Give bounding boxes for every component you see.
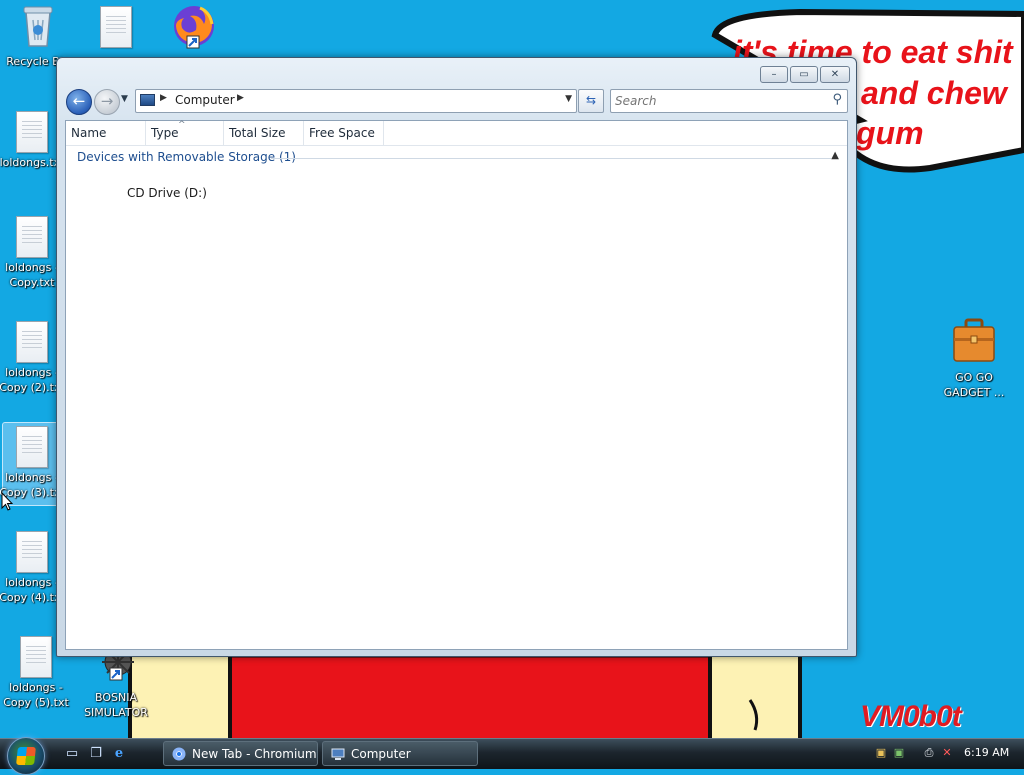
taskbar-button-chromium[interactable]: New Tab - Chromium <box>163 741 318 766</box>
close-button[interactable]: ✕ <box>820 66 850 83</box>
taskbar: ▭ ❐ e New Tab - Chromium Computer ▣ ▣ ⎙ … <box>0 737 1024 775</box>
forward-button[interactable]: → <box>94 89 120 115</box>
sort-ascending-icon: ^ <box>178 120 186 130</box>
network-icon[interactable]: ⎙ <box>922 746 936 760</box>
show-desktop-icon[interactable]: ▭ <box>64 746 80 761</box>
chevron-down-icon[interactable]: ▼ <box>565 94 572 104</box>
text-file-icon <box>20 636 52 678</box>
taskbar-button-label: Computer <box>351 747 411 761</box>
window-controls: – ▭ ✕ <box>760 66 850 83</box>
volume-muted-icon[interactable]: ✕ <box>940 746 954 760</box>
breadcrumb-separator-icon[interactable]: ▶ <box>237 93 244 103</box>
search-icon[interactable]: ⚲ <box>832 92 842 107</box>
minimize-button[interactable]: – <box>760 66 788 83</box>
chevron-up-icon[interactable]: ▲ <box>831 150 839 161</box>
desktop-icon-label: BOSNIA SIMULATOR <box>84 691 148 719</box>
breadcrumb-separator-icon[interactable]: ▶ <box>160 93 167 103</box>
column-header-type[interactable]: ^ Type <box>146 120 224 145</box>
text-file-icon <box>16 531 48 573</box>
refresh-icon: ⇆ <box>585 93 597 107</box>
group-header-removable-storage[interactable]: Devices with Removable Storage (1) <box>77 150 296 164</box>
maximize-button[interactable]: ▭ <box>790 66 818 83</box>
column-label: Name <box>71 126 107 140</box>
column-header-name[interactable]: Name <box>66 121 146 145</box>
tray-app-icon[interactable]: ▣ <box>892 746 906 760</box>
cartoon-arm-right <box>708 653 802 747</box>
system-tray: ▣ ▣ ⎙ ✕ 6:19 AM <box>868 743 1018 765</box>
desktop-icon-firefox[interactable] <box>156 2 232 56</box>
switch-windows-icon[interactable]: ❐ <box>88 746 104 761</box>
chevron-down-icon: ▼ <box>121 94 128 104</box>
navigation-bar: ← → ▼ ▶ Computer ▶ ▼ ⇆ ⚲ <box>65 88 848 115</box>
taskbar-button-label: New Tab - Chromium <box>192 747 317 761</box>
text-file-icon <box>16 216 48 258</box>
column-header-free-space[interactable]: Free Space <box>304 121 384 145</box>
computer-icon <box>140 94 155 106</box>
speech-line-2: and chew <box>861 75 1007 111</box>
cartoon-shirt <box>225 652 715 748</box>
desktop-icon-label: GO GO GADGET ... <box>943 371 1005 399</box>
column-label: Total Size <box>229 126 286 140</box>
internet-explorer-icon[interactable]: e <box>111 746 127 761</box>
column-header-total-size[interactable]: Total Size <box>224 121 304 145</box>
firefox-icon <box>174 6 214 49</box>
briefcase-icon <box>953 318 995 362</box>
desktop-icon-label: loldongs - Copy (5).txt <box>3 681 69 709</box>
arrow-right-icon: → <box>100 92 114 110</box>
wallpaper-signature: VM0b0t <box>860 700 962 733</box>
recent-pages-dropdown[interactable]: ▼ <box>121 94 128 104</box>
address-bar[interactable]: ▶ Computer ▶ ▼ <box>135 89 577 113</box>
text-file-icon <box>16 426 48 468</box>
breadcrumb-computer[interactable]: Computer <box>175 93 235 107</box>
mouse-cursor-icon <box>1 492 13 511</box>
back-button[interactable]: ← <box>66 89 92 115</box>
column-label: Free Space <box>309 126 375 140</box>
column-label: Type <box>151 126 179 140</box>
desktop-icon-go-go-gadget[interactable]: GO GO GADGET ... <box>936 318 1012 400</box>
computer-icon <box>331 748 345 760</box>
arrow-left-icon: ← <box>72 92 86 110</box>
clock[interactable]: 6:19 AM <box>964 746 1009 759</box>
refresh-button[interactable]: ⇆ <box>578 89 604 113</box>
explorer-window[interactable]: – ▭ ✕ ← → ▼ ▶ Computer ▶ ▼ ⇆ ⚲ Name ^Typ… <box>56 57 857 657</box>
text-file-icon <box>100 6 132 48</box>
recycle-bin-icon <box>23 6 53 47</box>
text-file-icon <box>16 111 48 153</box>
start-button[interactable] <box>7 737 45 775</box>
desktop-icon-text-file[interactable] <box>78 6 154 50</box>
taskbar-button-computer[interactable]: Computer <box>322 741 478 766</box>
text-file-icon <box>16 321 48 363</box>
chromium-icon <box>172 747 186 761</box>
speech-line-3: gum <box>856 115 924 151</box>
tray-app-icon[interactable]: ▣ <box>874 746 888 760</box>
group-divider <box>271 158 831 159</box>
search-input[interactable] <box>615 93 815 108</box>
windows-logo-icon <box>16 747 36 765</box>
search-box[interactable]: ⚲ <box>610 89 848 113</box>
column-headers: Name ^ Type Total Size Free Space <box>66 120 847 146</box>
drive-item-cd[interactable]: CD Drive (D:) <box>127 186 207 200</box>
file-list-pane[interactable]: Name ^ Type Total Size Free Space Devices… <box>65 120 848 650</box>
